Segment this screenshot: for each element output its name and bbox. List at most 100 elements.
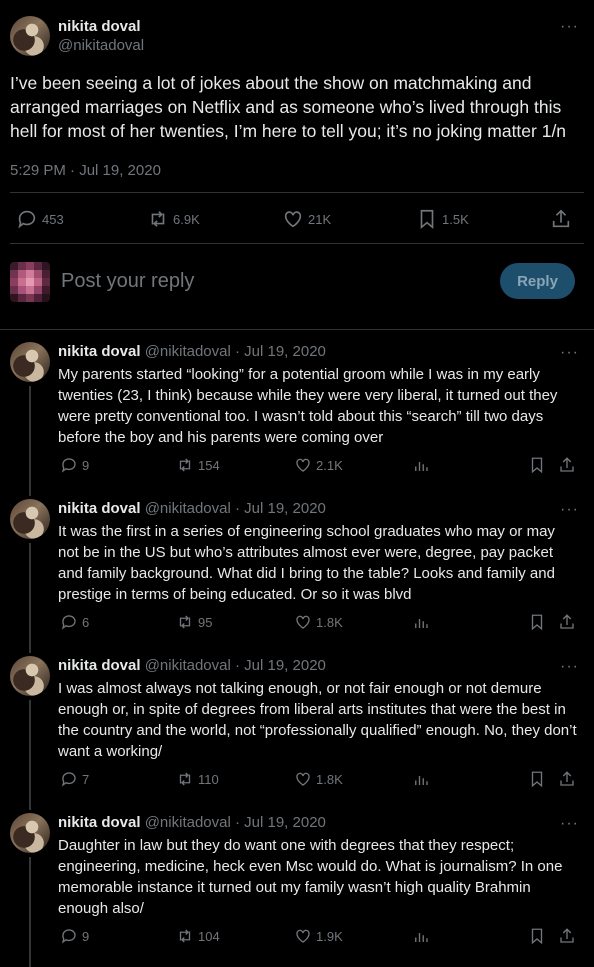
views-action[interactable] <box>412 456 430 474</box>
author-handle[interactable]: @nikitadoval <box>145 814 231 831</box>
like-count: 2.1K <box>316 457 343 473</box>
bar-chart-icon <box>415 776 428 785</box>
bar-chart-icon <box>415 462 428 471</box>
author-handle[interactable]: @nikitadoval <box>145 343 231 360</box>
share-icon <box>560 614 574 629</box>
reply-action-bar: 9 104 1.9K <box>60 927 580 947</box>
tweet-timestamp[interactable]: 5:29 PM · Jul 19, 2020 <box>10 162 161 179</box>
like-action[interactable]: 1.9K <box>294 927 343 945</box>
reply-text: I was almost always not talking enough, … <box>58 680 577 760</box>
more-horizontal-icon[interactable]: ··· <box>560 816 579 832</box>
like-action[interactable]: 21K <box>282 208 331 230</box>
retweet-action[interactable]: 95 <box>176 613 212 631</box>
reply-count: 453 <box>42 211 64 227</box>
heart-icon <box>296 458 310 472</box>
reply-icon <box>61 458 76 473</box>
author-name[interactable]: nikita doval <box>58 343 141 360</box>
share-action[interactable] <box>550 208 572 230</box>
reply-action[interactable]: 7 <box>60 770 89 788</box>
reply-date[interactable]: · Jul 19, 2020 <box>235 657 326 674</box>
reply-header: nikita doval @nikitadoval · Jul 19, 2020 <box>58 343 326 361</box>
reply-count: 6 <box>82 614 90 630</box>
avatar[interactable] <box>10 813 50 853</box>
thread-connector <box>29 857 31 967</box>
reply-date[interactable]: · Jul 19, 2020 <box>235 500 326 517</box>
thread-connector <box>29 386 31 496</box>
reply-count: 9 <box>82 457 90 473</box>
more-horizontal-icon[interactable]: ··· <box>560 345 579 361</box>
reply-action[interactable]: 453 <box>16 208 64 230</box>
reply-button[interactable]: Reply <box>500 263 575 299</box>
retweet-count: 110 <box>198 771 219 787</box>
thread-reply[interactable]: nikita doval @nikitadoval · Jul 19, 2020… <box>0 813 594 967</box>
like-action[interactable]: 2.1K <box>294 456 343 474</box>
retweet-action[interactable]: 110 <box>176 770 219 788</box>
bookmark-action[interactable] <box>528 770 546 788</box>
author-name[interactable]: nikita doval <box>58 500 141 517</box>
bookmark-action[interactable] <box>528 456 546 474</box>
author-handle[interactable]: @nikitadoval <box>58 36 144 56</box>
author-name[interactable]: nikita doval <box>58 814 141 831</box>
bookmark-icon <box>531 457 543 474</box>
reply-text: Daughter in law but they do want one wit… <box>58 837 563 917</box>
like-action[interactable]: 1.8K <box>294 770 343 788</box>
retweet-icon <box>179 929 191 943</box>
like-count: 1.9K <box>316 928 343 944</box>
reply-input[interactable]: Post your reply <box>61 270 194 293</box>
bookmark-action[interactable] <box>528 927 546 945</box>
avatar[interactable] <box>10 342 50 382</box>
share-icon <box>560 457 574 472</box>
retweet-action[interactable]: 154 <box>176 456 220 474</box>
share-action[interactable] <box>558 613 576 631</box>
thread-reply[interactable]: nikita doval @nikitadoval · Jul 19, 2020… <box>0 656 594 810</box>
views-action[interactable] <box>412 613 430 631</box>
share-action[interactable] <box>558 456 576 474</box>
author-name[interactable]: nikita doval <box>58 17 144 36</box>
tweet-action-bar: 453 6.9K 21K 1.5K <box>16 208 576 232</box>
heart-icon <box>296 772 310 786</box>
tweet-text: I’ve been seeing a lot of jokes about th… <box>10 73 567 141</box>
reply-date[interactable]: · Jul 19, 2020 <box>235 343 326 360</box>
retweet-icon <box>151 211 165 227</box>
bar-chart-icon <box>415 933 428 942</box>
heart-icon <box>296 615 310 629</box>
share-action[interactable] <box>558 927 576 945</box>
reply-text: My parents started “looking” for a poten… <box>58 366 558 446</box>
author-handle[interactable]: @nikitadoval <box>145 500 231 517</box>
main-tweet-header: nikita doval @nikitadoval <box>10 16 144 56</box>
reply-action[interactable]: 9 <box>60 456 89 474</box>
reply-action-bar: 6 95 1.8K <box>60 613 580 633</box>
bookmark-icon <box>531 614 543 631</box>
bookmark-icon <box>420 209 434 230</box>
bookmark-icon <box>531 771 543 788</box>
share-action[interactable] <box>558 770 576 788</box>
bookmark-action[interactable] <box>528 613 546 631</box>
retweet-action[interactable]: 104 <box>176 927 220 945</box>
like-action[interactable]: 1.8K <box>294 613 343 631</box>
author-name[interactable]: nikita doval <box>58 657 141 674</box>
views-action[interactable] <box>412 927 430 945</box>
more-horizontal-icon[interactable]: ··· <box>560 502 579 518</box>
reply-composer: Post your reply Reply <box>0 244 594 330</box>
retweet-count: 154 <box>198 457 220 473</box>
bookmark-action[interactable]: 1.5K <box>416 208 469 230</box>
avatar[interactable] <box>10 656 50 696</box>
share-icon <box>560 928 574 943</box>
reply-action[interactable]: 9 <box>60 927 89 945</box>
reply-icon <box>61 615 76 630</box>
more-horizontal-icon[interactable]: ··· <box>560 19 579 35</box>
reply-header: nikita doval @nikitadoval · Jul 19, 2020 <box>58 500 326 518</box>
like-count: 1.8K <box>316 771 343 787</box>
avatar[interactable] <box>10 16 50 56</box>
author-handle[interactable]: @nikitadoval <box>145 657 231 674</box>
thread-reply[interactable]: nikita doval @nikitadoval · Jul 19, 2020… <box>0 342 594 496</box>
reply-action[interactable]: 6 <box>60 613 89 631</box>
avatar[interactable] <box>10 499 50 539</box>
reply-date[interactable]: · Jul 19, 2020 <box>235 814 326 831</box>
retweet-action[interactable]: 6.9K <box>147 208 200 230</box>
bookmark-icon <box>531 928 543 945</box>
more-horizontal-icon[interactable]: ··· <box>560 659 579 675</box>
views-action[interactable] <box>412 770 430 788</box>
thread-reply[interactable]: nikita doval @nikitadoval · Jul 19, 2020… <box>0 499 594 653</box>
retweet-icon <box>179 772 191 786</box>
